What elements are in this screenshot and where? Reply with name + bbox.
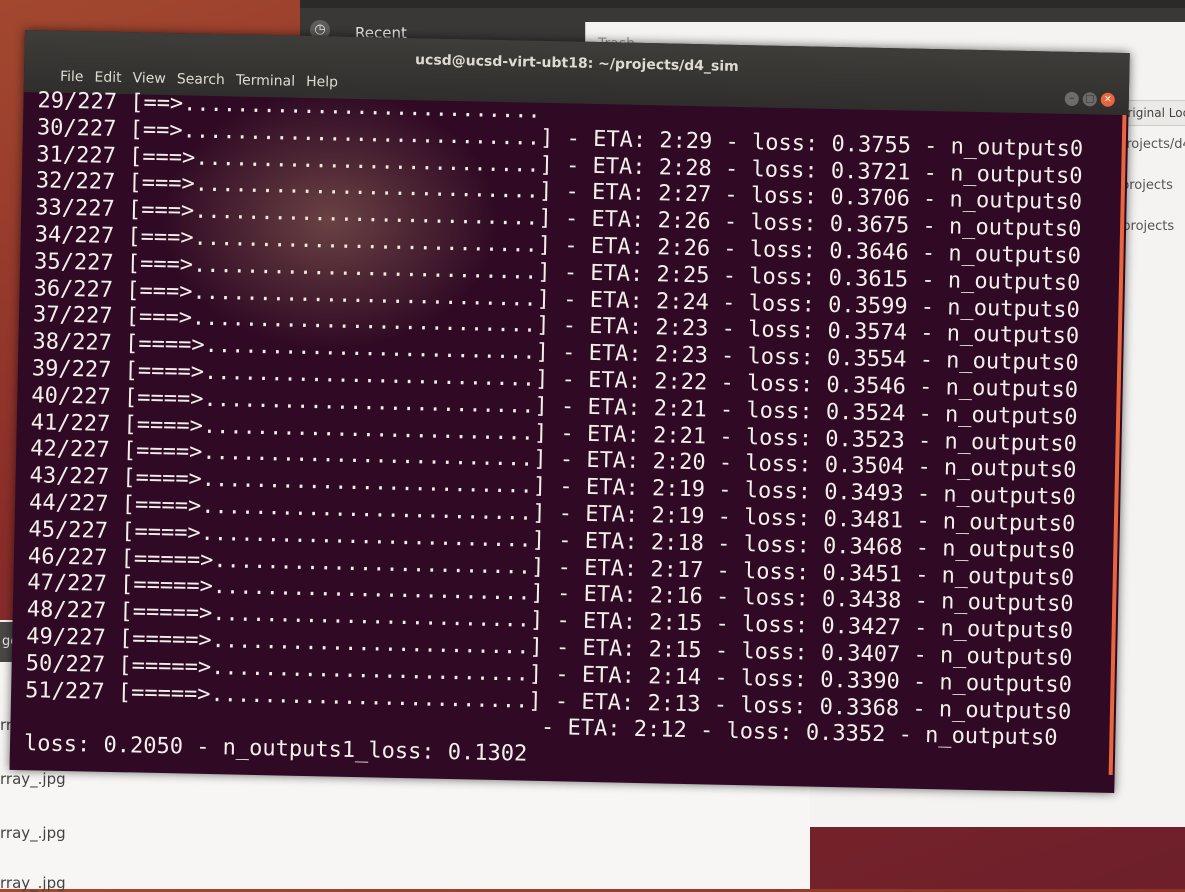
file-item[interactable]: rray_.jpg <box>0 770 66 788</box>
trash-location-cell: projects/d4_ <box>1118 137 1185 152</box>
menu-edit[interactable]: Edit <box>94 69 121 86</box>
window-controls: – □ × <box>1064 91 1115 107</box>
trash-location-cell: projects <box>1121 178 1173 193</box>
file-item[interactable]: rray_.jpg <box>0 824 66 842</box>
menu-terminal[interactable]: Terminal <box>236 72 295 89</box>
terminal-window[interactable]: ucsd@ucsd-virt-ubt18: ~/projects/d4_sim … <box>9 30 1130 793</box>
terminal-output[interactable]: 29/227 [==>........................... 30… <box>24 88 1121 780</box>
menu-help[interactable]: Help <box>306 74 338 91</box>
menu-file[interactable]: File <box>60 69 84 85</box>
maximize-icon[interactable]: □ <box>1082 92 1097 107</box>
menu-view[interactable]: View <box>132 70 166 87</box>
close-icon[interactable]: × <box>1100 92 1115 107</box>
menu-search[interactable]: Search <box>177 71 225 88</box>
file-item[interactable]: rray_.jpg <box>0 874 66 892</box>
menu-bar: File Edit View Search Terminal Help <box>60 69 338 91</box>
minimize-icon[interactable]: – <box>1064 91 1079 107</box>
